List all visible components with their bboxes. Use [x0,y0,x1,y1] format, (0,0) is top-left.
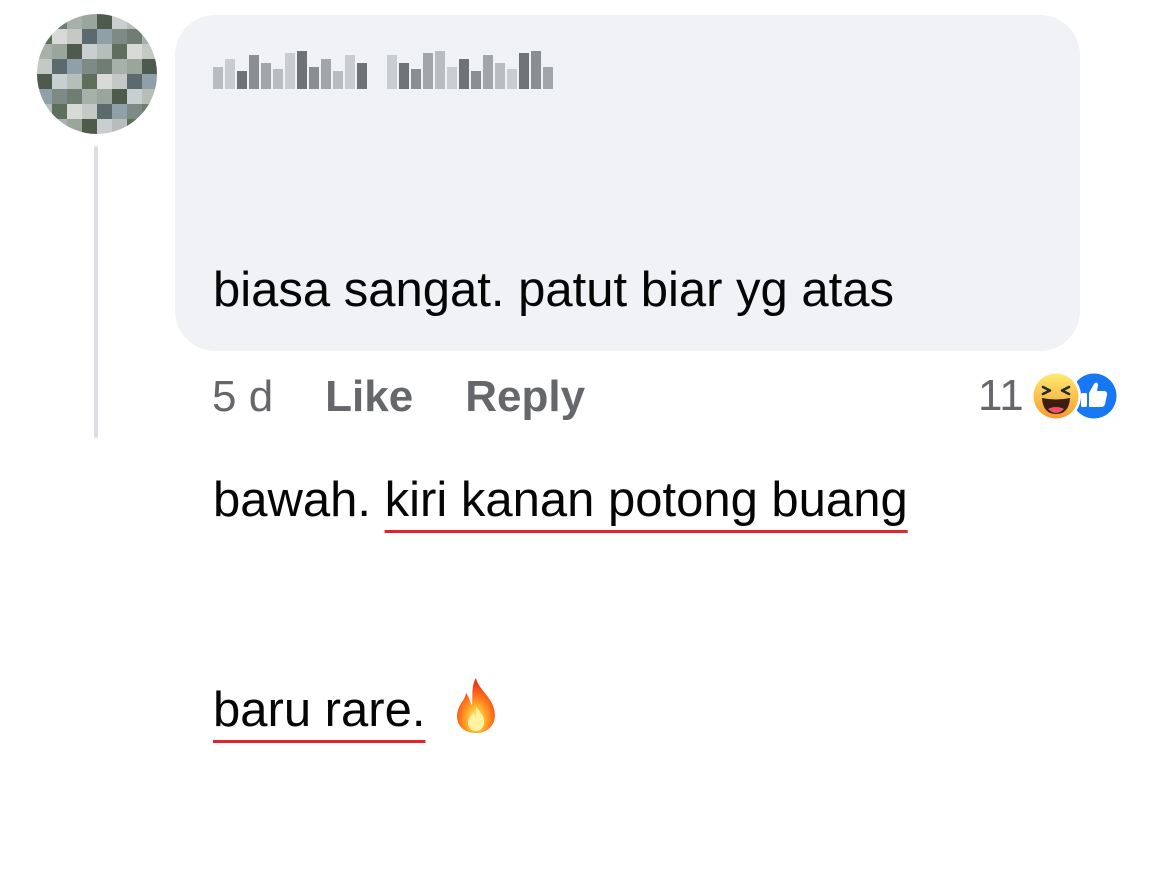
comment-line: baru rare. [213,675,908,745]
author-name-blurred [387,51,553,89]
comment-actions: 5 d Like Reply [212,372,585,422]
haha-icon [1030,371,1081,421]
fire-icon [457,678,496,733]
thread-line [94,146,98,438]
reaction-count: 11 [978,371,1024,420]
timestamp[interactable]: 5 d [212,372,273,422]
author-name[interactable] [213,51,553,89]
comment-line: bawah. kiri kanan potong buang [213,473,908,527]
reaction-summary[interactable]: 11 [978,370,1120,422]
underlined-text: baru rare. [213,683,426,737]
author-name-blurred [213,51,367,89]
underlined-text: kiri kanan potong buang [384,473,908,527]
comment-bubble: biasa sangat. patut biar yg atas bawah. … [175,15,1080,737]
reply-button[interactable]: Reply [465,372,585,422]
comment-line: biasa sangat. patut biar yg atas [213,263,894,317]
comment-text: biasa sangat. patut biar yg atas bawah. … [213,115,908,876]
like-button[interactable]: Like [325,372,413,422]
avatar[interactable] [37,14,157,134]
